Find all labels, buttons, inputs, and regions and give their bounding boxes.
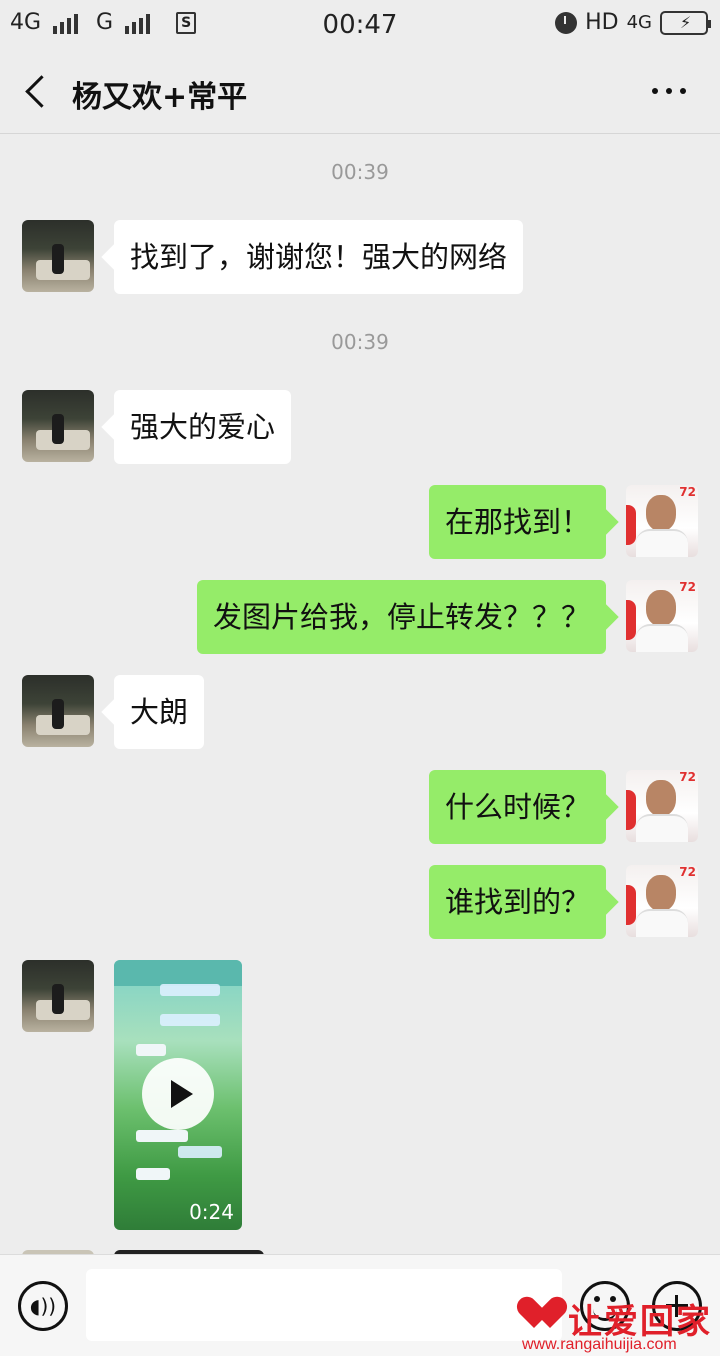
- battery-charging-icon: ⚡: [660, 10, 711, 35]
- thumbnail-bubble: [136, 1044, 166, 1056]
- message-bubble-sent[interactable]: 什么时候？: [428, 770, 606, 844]
- avatar[interactable]: 72: [626, 485, 698, 557]
- thumbnail-bubble: [160, 1014, 220, 1026]
- status-bar: 4G G S 00:47 HD 4G ⚡: [0, 0, 720, 50]
- message-text: 发图片给我，停止转发？？？: [212, 600, 590, 634]
- avatar[interactable]: 72: [626, 865, 698, 937]
- avatar[interactable]: [22, 960, 94, 1032]
- message-input[interactable]: [86, 1269, 562, 1341]
- status-right: HD 4G ⚡: [555, 10, 711, 35]
- avatar[interactable]: [22, 390, 94, 462]
- avatar[interactable]: [22, 220, 94, 292]
- avatar[interactable]: 72: [626, 770, 698, 842]
- chat-title: 杨又欢+常平: [72, 80, 248, 115]
- hd-label: HD: [585, 10, 619, 35]
- message-text: 强大的爱心: [130, 410, 276, 444]
- message-bubble-received[interactable]: 大朗: [114, 675, 205, 749]
- more-options-icon[interactable]: [652, 88, 686, 98]
- message-bubble-received[interactable]: 找到了，谢谢您！强大的网络: [114, 220, 524, 294]
- message-text: 大朗: [130, 695, 189, 729]
- message-text: 在那找到！: [444, 505, 590, 539]
- thumbnail-bubble: [136, 1130, 188, 1142]
- play-icon[interactable]: [142, 1058, 214, 1130]
- message-text: 什么时候？: [444, 790, 590, 824]
- back-chevron-icon[interactable]: [20, 72, 54, 112]
- watermark-url: www.rangaihuijia.com: [522, 1336, 677, 1353]
- message-bubble-sent[interactable]: 发图片给我，停止转发？？？: [196, 580, 606, 654]
- heart-icon: [522, 1296, 562, 1336]
- watermark-logo: 让爱回家 www.rangaihuijia.com: [522, 1296, 718, 1354]
- message-bubble-sent[interactable]: 谁找到的？: [428, 865, 606, 939]
- message-text: 谁找到的？: [444, 885, 590, 919]
- message-text: 找到了，谢谢您！强大的网络: [130, 240, 508, 274]
- video-duration: 0:24: [189, 1200, 234, 1224]
- message-bubble-received[interactable]: 强大的爱心: [114, 390, 292, 464]
- alarm-icon: [555, 11, 578, 34]
- video-message[interactable]: 0:24: [114, 960, 242, 1230]
- thumbnail-bubble: [136, 1168, 170, 1180]
- avatar[interactable]: 72: [626, 580, 698, 652]
- thumbnail-bubble: [178, 1146, 222, 1158]
- network-label-right: 4G: [626, 12, 652, 33]
- avatar[interactable]: [22, 675, 94, 747]
- thumbnail-bubble: [160, 984, 220, 996]
- voice-icon[interactable]: ◖)): [18, 1281, 68, 1331]
- chat-header: 杨又欢+常平: [0, 50, 720, 134]
- video-thumbnail-header: [114, 960, 242, 986]
- timestamp: 00:39: [331, 330, 389, 354]
- timestamp: 00:39: [331, 160, 389, 184]
- message-bubble-sent[interactable]: 在那找到！: [428, 485, 606, 559]
